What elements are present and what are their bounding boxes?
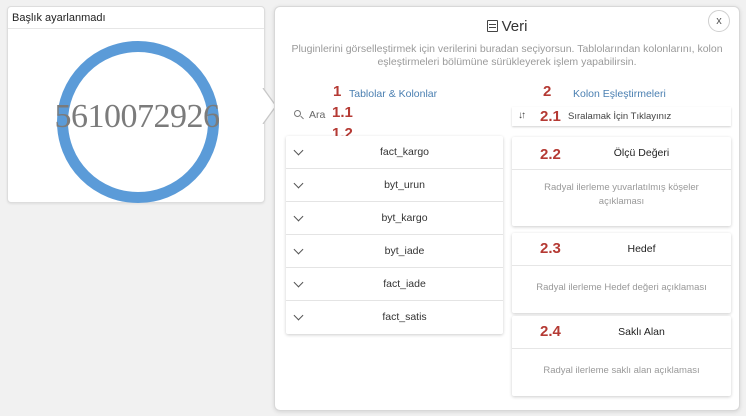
close-button[interactable]: x bbox=[708, 10, 730, 32]
chevron-down-icon[interactable] bbox=[293, 277, 304, 288]
table-item[interactable]: byt_iade bbox=[286, 235, 503, 268]
table-item[interactable]: byt_kargo bbox=[286, 202, 503, 235]
annotation-1-1: 1.1 bbox=[332, 104, 353, 121]
annotation-2-1: 2.1 bbox=[540, 108, 561, 125]
column-mappings-header: Kolon Eşleştirmeleri bbox=[573, 88, 666, 100]
gauge-value: 5610072926 bbox=[54, 98, 221, 135]
table-item-label: fact_satis bbox=[382, 311, 427, 323]
chevron-down-icon[interactable] bbox=[293, 211, 304, 222]
table-item-label: byt_kargo bbox=[381, 212, 428, 224]
widget-title: Başlık ayarlanmadı bbox=[12, 12, 106, 24]
table-item-label: fact_kargo bbox=[379, 146, 430, 158]
sort-icon: ↓↑ bbox=[518, 110, 526, 121]
table-search[interactable] bbox=[287, 106, 503, 124]
annotation-2-3: 2.3 bbox=[540, 240, 561, 257]
annotation-2-2: 2.2 bbox=[540, 146, 561, 163]
panel-title: Veri bbox=[275, 18, 739, 35]
data-panel: Veri x Pluginlerini görselleştirmek için… bbox=[274, 6, 740, 411]
mapping-card-description: Radyal ilerleme yuvarlatılmış köşeler aç… bbox=[544, 182, 699, 207]
mapping-card-description: Radyal ilerleme Hedef değeri açıklaması bbox=[536, 282, 707, 293]
tables-list: fact_kargo byt_urun byt_kargo byt_iade f… bbox=[286, 136, 503, 334]
annotation-2-4: 2.4 bbox=[540, 323, 561, 340]
table-item[interactable]: fact_satis bbox=[286, 301, 503, 334]
mapping-card-description: Radyal ilerleme saklı alan açıklaması bbox=[543, 365, 700, 376]
radial-progress-widget[interactable]: Başlık ayarlanmadı 5610072926 bbox=[7, 6, 265, 203]
annotation-1: 1 bbox=[333, 83, 342, 100]
panel-description: Pluginlerini görselleştirmek için verile… bbox=[279, 43, 735, 69]
table-item[interactable]: byt_urun bbox=[286, 169, 503, 202]
table-item[interactable]: fact_kargo bbox=[286, 136, 503, 169]
chevron-down-icon[interactable] bbox=[293, 178, 304, 189]
table-item-label: fact_iade bbox=[383, 278, 426, 290]
table-item-label: byt_urun bbox=[384, 179, 425, 191]
tables-columns-header: Tablolar & Kolonlar bbox=[349, 88, 438, 100]
annotation-2: 2 bbox=[543, 83, 552, 100]
table-item[interactable]: fact_iade bbox=[286, 268, 503, 301]
chevron-down-icon[interactable] bbox=[293, 244, 304, 255]
table-icon bbox=[486, 20, 498, 32]
search-icon bbox=[294, 110, 301, 117]
sort-label: Sıralamak İçin Tıklayınız bbox=[568, 111, 672, 122]
panel-description-line: eşleştirmeleri bölümüne sürükleyerek işl… bbox=[377, 56, 637, 68]
panel-description-line: Pluginlerini görselleştirmek için verile… bbox=[291, 43, 723, 55]
panel-title-text: Veri bbox=[501, 18, 528, 35]
widget-divider bbox=[8, 28, 264, 29]
chevron-down-icon[interactable] bbox=[293, 145, 304, 156]
table-item-label: byt_iade bbox=[384, 245, 425, 257]
chevron-down-icon[interactable] bbox=[293, 310, 304, 321]
